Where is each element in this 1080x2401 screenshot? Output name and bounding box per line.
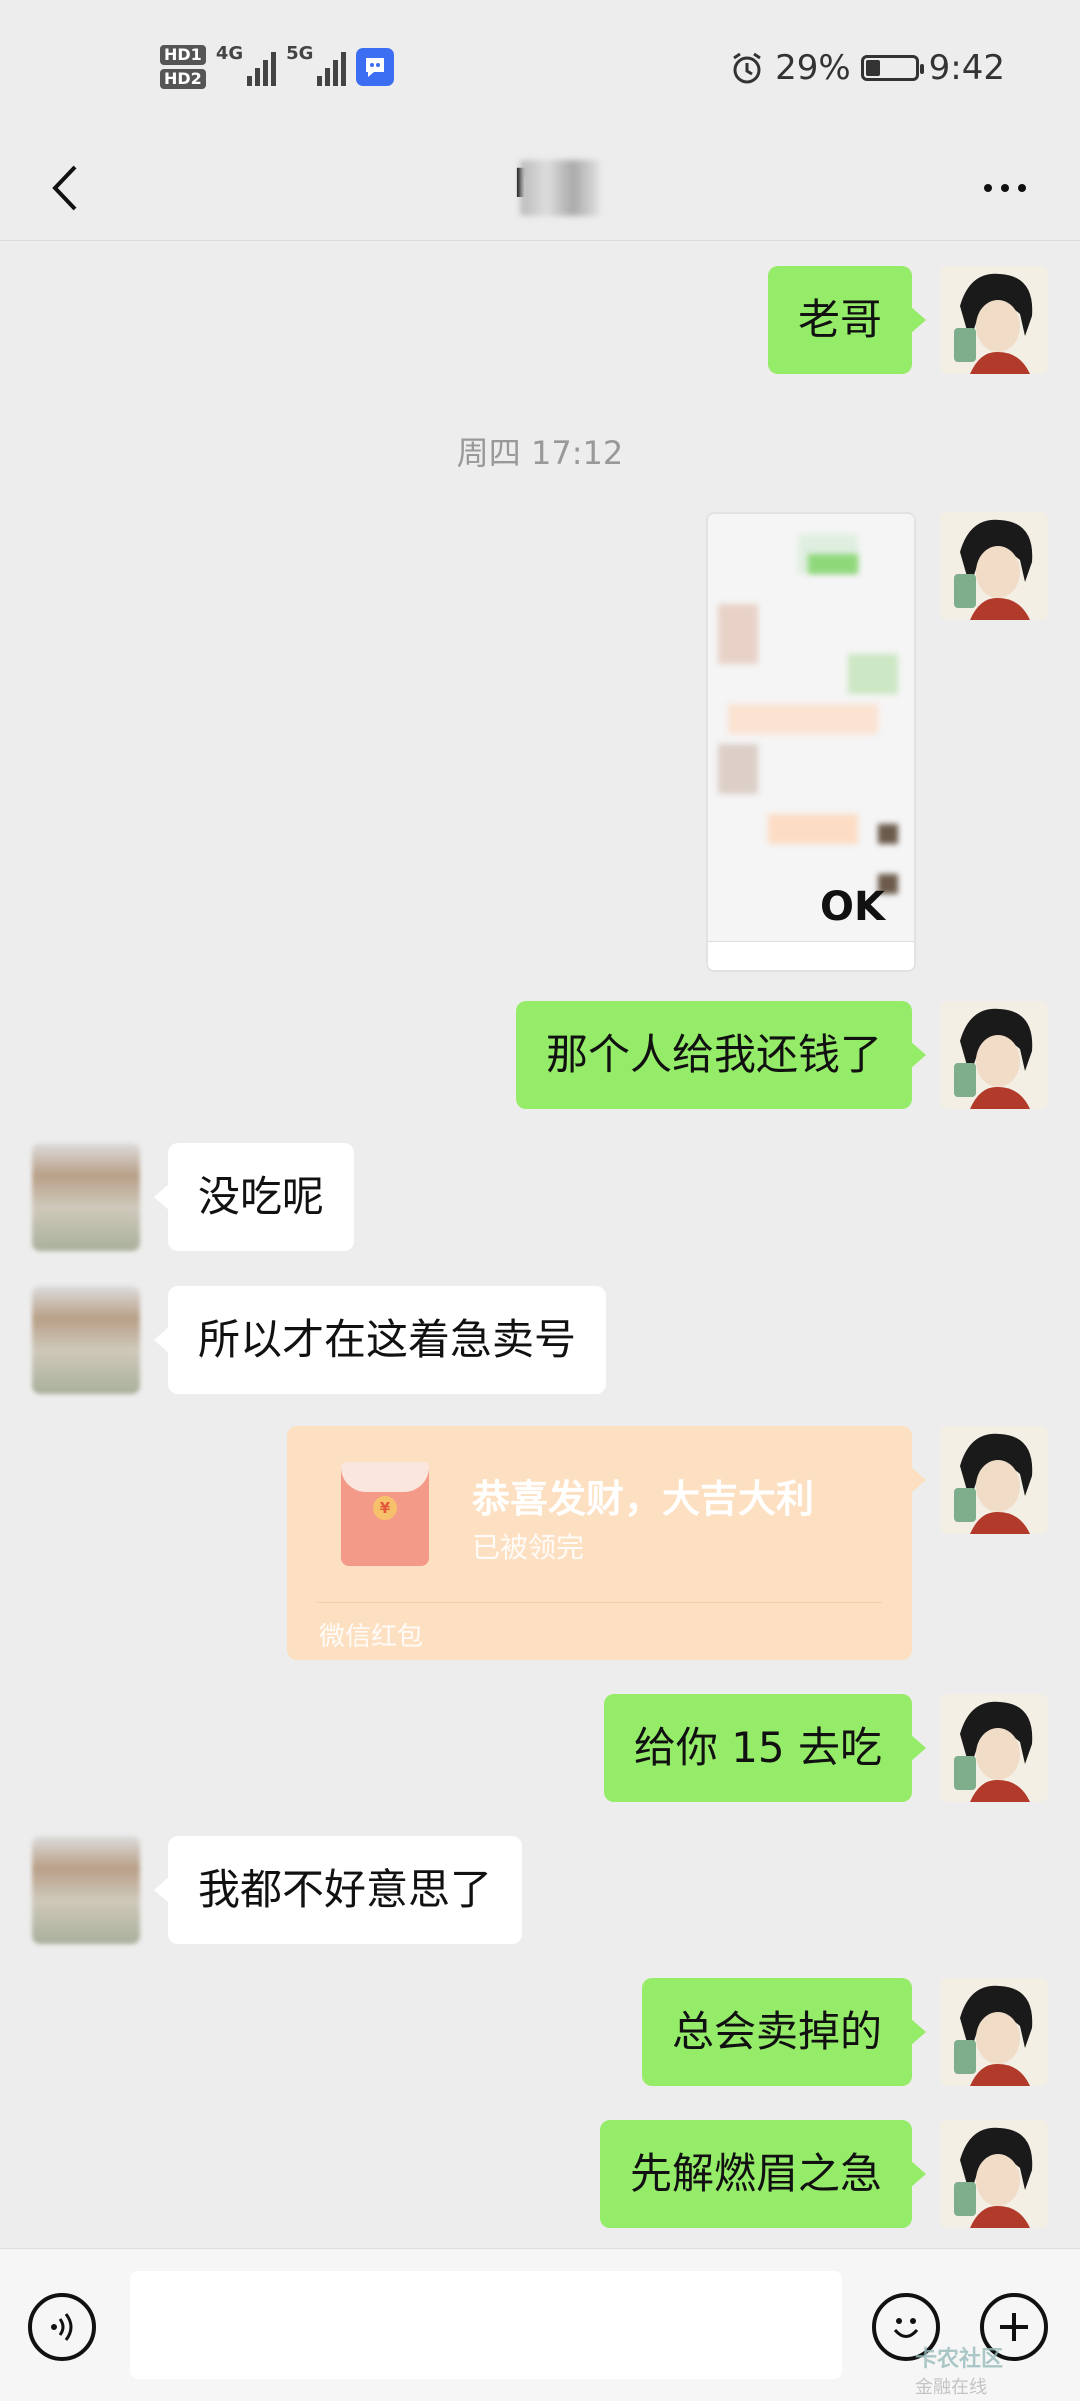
image-pixel-block	[768, 814, 858, 844]
message-bubble-other[interactable]: 所以才在这着急卖号	[153, 1286, 607, 1394]
watermark: 卡农社区 金融在线	[915, 2341, 1003, 2399]
message-bubble-other[interactable]: 我都不好意思了	[153, 1836, 523, 1944]
hd1-badge: HD1	[160, 45, 206, 65]
contact-avatar[interactable]	[32, 1286, 140, 1394]
signal-icon	[247, 48, 277, 86]
message-bubble-self[interactable]: 总会卖掉的	[641, 1978, 927, 2086]
message-bubble-self[interactable]: 先解燃眉之急	[599, 2120, 927, 2228]
image-pixel-block	[728, 704, 878, 734]
image-pixel-block	[848, 654, 898, 694]
contact-avatar[interactable]	[32, 1836, 140, 1944]
status-bar: HD1 HD2 4G 5G 29% 9:42	[0, 0, 1080, 135]
message-bubble-other[interactable]: 没吃呢	[153, 1143, 355, 1251]
network-5g-label: 5G	[286, 43, 314, 64]
image-pixel-block	[808, 554, 858, 574]
hd2-badge: HD2	[160, 69, 206, 89]
self-avatar[interactable]	[940, 512, 1048, 620]
message-bubble-self[interactable]: 那个人给我还钱了	[515, 1001, 927, 1109]
self-avatar[interactable]	[940, 1426, 1048, 1534]
message-bubble-self[interactable]: 老哥	[767, 266, 927, 374]
battery-icon	[860, 55, 924, 81]
battery-fill	[865, 60, 880, 76]
red-packet-flap	[341, 1462, 429, 1492]
watermark-title: 卡农社区	[915, 2347, 1004, 2372]
status-right: 29% 9:42	[729, 40, 1005, 96]
image-message[interactable]: OK	[706, 512, 916, 972]
red-packet-icon: ¥	[341, 1462, 429, 1566]
hd-indicators: HD1 HD2	[160, 45, 206, 89]
message-input-bar: 卡农社区 金融在线	[0, 2248, 1080, 2401]
status-left: HD1 HD2 4G 5G	[160, 35, 395, 99]
contact-avatar[interactable]	[32, 1143, 140, 1251]
alarm-icon	[733, 52, 761, 84]
self-avatar[interactable]	[940, 1978, 1048, 2086]
image-ok-sticker: OK	[820, 884, 885, 930]
image-input-bar	[708, 941, 914, 970]
clock: 9:42	[928, 48, 1005, 88]
self-avatar[interactable]	[940, 1001, 1048, 1109]
title-redaction	[520, 160, 600, 216]
red-packet-divider	[317, 1602, 882, 1603]
message-bubble-self[interactable]: 给你 15 去吃	[603, 1694, 927, 1802]
self-avatar[interactable]	[940, 2120, 1048, 2228]
image-pixel-block	[718, 744, 758, 794]
image-pixel-block	[878, 824, 898, 844]
self-avatar[interactable]	[940, 1694, 1048, 1802]
message-text-field[interactable]	[130, 2271, 842, 2379]
message-timestamp: 周四 17:12	[456, 434, 624, 472]
more-options-button[interactable]	[970, 165, 1040, 211]
image-pixel-block	[718, 604, 758, 664]
signal-icon-2	[317, 48, 347, 86]
red-packet-coin: ¥	[373, 1496, 397, 1520]
watermark-subtitle: 金融在线	[915, 2377, 987, 2398]
red-packet-status: 已被领完	[472, 1531, 585, 1564]
network-4g-label: 4G	[215, 43, 244, 64]
battery-percent: 29%	[775, 48, 851, 88]
app-notification-icon	[356, 48, 395, 86]
red-packet-label: 微信红包	[319, 1622, 424, 1652]
voice-input-button[interactable]	[28, 2293, 96, 2361]
self-avatar[interactable]	[940, 266, 1048, 374]
red-packet-title: 恭喜发财，大吉大利	[472, 1477, 815, 1521]
voice-icon	[51, 2313, 73, 2341]
red-packet-message[interactable]: ¥ 恭喜发财，大吉大利 已被领完 微信红包	[287, 1426, 926, 1660]
